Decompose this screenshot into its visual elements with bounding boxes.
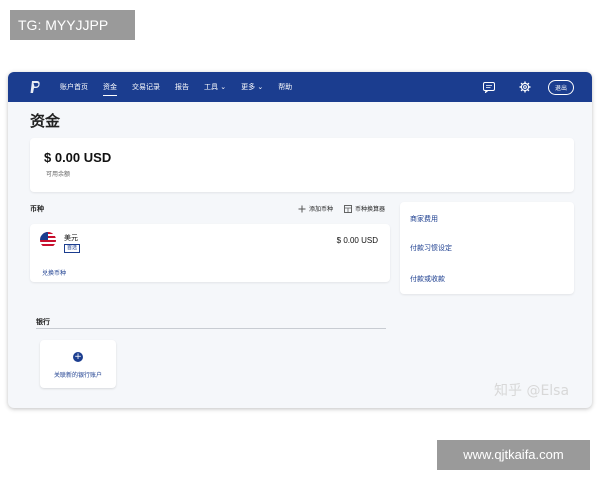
currency-amount: $ 0.00 USD — [336, 236, 378, 245]
plus-icon — [298, 205, 306, 213]
balance-amount: $ 0.00 USD — [44, 150, 112, 165]
convert-currency-link[interactable]: 兑换币种 — [42, 268, 66, 277]
page-title: 资金 — [30, 112, 61, 130]
app-window: 账户首页 资金 交易记录 报告 工具 ⌄ 更多 ⌄ 帮助 退出 资金 $ 0.0… — [8, 72, 592, 408]
nav-item-transactions[interactable]: 交易记录 — [132, 82, 160, 92]
nav-item-tools[interactable]: 工具 ⌄ — [204, 82, 226, 92]
nav-item-reports[interactable]: 报告 — [175, 82, 189, 92]
nav-right-group: 退出 — [460, 72, 574, 102]
balance-label: 可用余额 — [46, 171, 71, 178]
quick-links-card: 商家费用 付款习惯设定 付款或收款 — [400, 202, 574, 294]
nav-item-home[interactable]: 账户首页 — [60, 82, 88, 92]
payment-preferences-link[interactable]: 付款习惯设定 — [410, 243, 452, 253]
message-center-icon[interactable] — [482, 80, 496, 94]
settings-gear-icon[interactable] — [518, 80, 532, 94]
add-bank-plus-icon: + — [73, 352, 83, 362]
banks-heading: 银行 — [36, 318, 50, 326]
add-currency-label: 添加币种 — [309, 206, 334, 213]
calculator-icon — [344, 204, 352, 213]
currency-calculator-label: 币种换算器 — [355, 206, 386, 213]
currency-calculator-button[interactable]: 币种换算器 — [344, 204, 385, 213]
us-flag-icon — [40, 232, 56, 248]
watermark-top: TG: MYYJJPP — [10, 10, 135, 40]
balance-card: $ 0.00 USD 可用余额 — [30, 138, 574, 192]
send-receive-link[interactable]: 付款或收款 — [410, 274, 445, 284]
paypal-logo-icon[interactable] — [28, 79, 42, 95]
link-bank-card[interactable]: + 关联新的银行账户 — [40, 340, 116, 388]
currency-name: 美元 — [64, 234, 78, 242]
primary-badge: 首选 — [64, 244, 81, 253]
nav-item-help[interactable]: 帮助 — [278, 82, 292, 92]
watermark-bottom: www.qjtkaifa.com — [437, 440, 590, 470]
link-bank-label: 关联新的银行账户 — [53, 372, 102, 379]
merchant-fees-link[interactable]: 商家费用 — [410, 214, 438, 224]
top-nav: 账户首页 资金 交易记录 报告 工具 ⌄ 更多 ⌄ 帮助 退出 — [8, 72, 592, 102]
watermark-zhihu: 知乎 @Elsa — [494, 383, 570, 399]
currencies-heading: 币种 — [30, 205, 44, 213]
logout-button[interactable]: 退出 — [547, 79, 574, 95]
nav-item-funds[interactable]: 资金 — [103, 82, 117, 96]
banks-divider — [36, 328, 386, 329]
nav-item-more[interactable]: 更多 ⌄ — [241, 82, 263, 92]
currency-card: 美元 首选 $ 0.00 USD 兑换币种 — [30, 224, 390, 282]
add-currency-button[interactable]: 添加币种 — [298, 204, 333, 213]
